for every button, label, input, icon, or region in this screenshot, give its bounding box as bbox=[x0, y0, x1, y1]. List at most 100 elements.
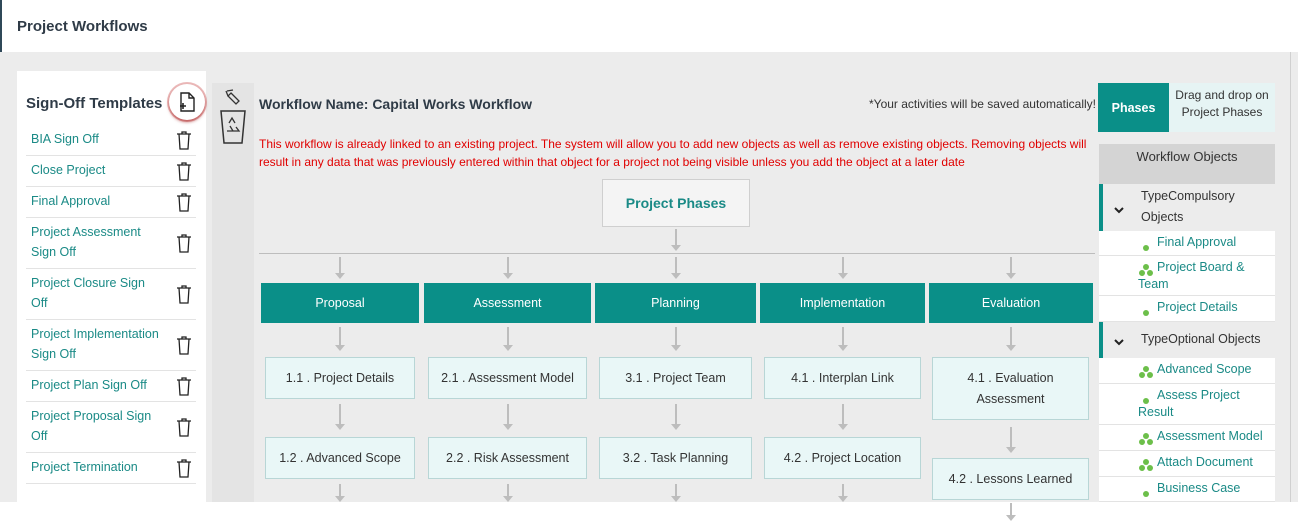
workflow-object-item[interactable]: Attach Document bbox=[1099, 451, 1275, 477]
workflow-object-label: Attach Document bbox=[1157, 455, 1253, 469]
sign-off-template-label[interactable]: Project Plan Sign Off bbox=[31, 378, 147, 392]
single-dot-icon bbox=[1143, 485, 1149, 502]
trash-icon[interactable] bbox=[176, 284, 192, 304]
recycle-bin-dropzone[interactable] bbox=[212, 83, 254, 502]
workflow-object-box[interactable]: 3.2 . Task Planning bbox=[599, 437, 752, 479]
object-arrow bbox=[837, 327, 848, 351]
workflow-object-box[interactable]: 4.1 . Evaluation Assessment bbox=[932, 357, 1089, 420]
workflow-object-label: Assessment Model bbox=[1157, 429, 1263, 443]
phase-arrow bbox=[502, 257, 513, 279]
object-arrow bbox=[335, 327, 345, 351]
object-group-label: TypeCompulsory Objects bbox=[1141, 189, 1235, 224]
autosave-note: *Your activities will be saved automatic… bbox=[869, 97, 1096, 111]
phase-implementation[interactable]: Implementation bbox=[760, 283, 925, 323]
sign-off-template-label[interactable]: Project Assessment Sign Off bbox=[31, 225, 141, 259]
workflow-object-item[interactable]: Final Approval bbox=[1099, 231, 1275, 256]
scrollbar-track[interactable] bbox=[1290, 52, 1291, 502]
phase-planning[interactable]: Planning bbox=[595, 283, 756, 323]
single-dot-icon bbox=[1143, 239, 1149, 256]
sign-off-template-item[interactable]: Final Approval bbox=[26, 187, 196, 218]
workflow-object-item[interactable]: Advanced Scope bbox=[1099, 358, 1275, 384]
object-arrow bbox=[670, 404, 681, 430]
object-arrow bbox=[335, 404, 345, 430]
phase-arrow bbox=[837, 257, 848, 279]
sign-off-template-item[interactable]: Project Implementation Sign Off bbox=[26, 320, 196, 371]
workflow-object-item[interactable]: Project Board & Team bbox=[1099, 256, 1275, 296]
workflow-objects-title: Workflow Objects bbox=[1099, 144, 1275, 184]
workflow-object-item[interactable]: Assess Project Result bbox=[1099, 384, 1275, 425]
trash-icon[interactable] bbox=[176, 417, 192, 437]
workflow-object-label: Assess Project Result bbox=[1138, 388, 1240, 419]
object-arrow bbox=[1006, 427, 1016, 453]
object-arrow bbox=[335, 484, 345, 502]
workflow-object-label: Advanced Scope bbox=[1157, 362, 1252, 376]
phase-assessment[interactable]: Assessment bbox=[424, 283, 591, 323]
sign-off-template-label[interactable]: Project Proposal Sign Off bbox=[31, 409, 151, 443]
trash-icon[interactable] bbox=[176, 192, 192, 212]
multi-dot-icon bbox=[1139, 456, 1153, 473]
object-arrow bbox=[502, 327, 513, 351]
workflow-object-box[interactable]: 1.1 . Project Details bbox=[265, 357, 415, 399]
object-arrow bbox=[1006, 327, 1016, 351]
sign-off-template-label[interactable]: Project Termination bbox=[31, 460, 138, 474]
sign-off-template-label[interactable]: Project Implementation Sign Off bbox=[31, 327, 159, 361]
trash-icon[interactable] bbox=[176, 233, 192, 253]
sign-off-template-label[interactable]: BIA Sign Off bbox=[31, 132, 99, 146]
sign-off-template-item[interactable]: Project Assessment Sign Off bbox=[26, 218, 196, 269]
trash-icon[interactable] bbox=[176, 335, 192, 355]
phase-arrow bbox=[670, 257, 681, 279]
workflow-object-item[interactable]: Project Details bbox=[1099, 296, 1275, 322]
object-group-header[interactable]: TypeCompulsory Objects bbox=[1099, 184, 1275, 231]
root-arrow bbox=[671, 229, 681, 251]
sign-off-template-item[interactable]: BIA Sign Off bbox=[26, 125, 196, 156]
phases-button[interactable]: Phases bbox=[1098, 83, 1169, 132]
sign-off-template-list: BIA Sign Off Close Project Final Approval P… bbox=[26, 125, 196, 484]
linked-project-warning: This workflow is already linked to an ex… bbox=[259, 137, 1087, 169]
sign-off-template-label[interactable]: Project Closure Sign Off bbox=[31, 276, 145, 310]
trash-icon[interactable] bbox=[176, 376, 192, 396]
sign-off-template-item[interactable]: Project Plan Sign Off bbox=[26, 371, 196, 402]
sign-off-template-label[interactable]: Final Approval bbox=[31, 194, 110, 208]
sign-off-template-item[interactable]: Project Proposal Sign Off bbox=[26, 402, 196, 453]
single-dot-icon bbox=[1143, 304, 1149, 321]
workflow-object-box[interactable]: 4.2 . Lessons Learned bbox=[932, 458, 1089, 500]
trash-icon[interactable] bbox=[176, 458, 192, 478]
page-title: Project Workflows bbox=[17, 18, 148, 35]
workflow-object-item[interactable]: Assessment Model bbox=[1099, 425, 1275, 451]
workflow-object-label: Project Details bbox=[1157, 300, 1238, 314]
trash-icon[interactable] bbox=[176, 130, 192, 150]
sign-off-template-item[interactable]: Project Termination bbox=[26, 453, 196, 484]
phases-connector-line bbox=[259, 253, 1095, 254]
workflow-object-box[interactable]: 2.1 . Assessment Model bbox=[428, 357, 587, 399]
object-arrow bbox=[670, 484, 681, 502]
add-document-icon[interactable] bbox=[169, 84, 205, 120]
workflow-object-item[interactable]: Business Case bbox=[1099, 477, 1275, 502]
phase-arrow bbox=[1006, 257, 1016, 279]
workflow-object-box[interactable]: 4.1 . Interplan Link bbox=[764, 357, 921, 399]
object-arrow bbox=[502, 484, 513, 502]
project-phases-root[interactable]: Project Phases bbox=[602, 179, 750, 227]
multi-dot-icon bbox=[1139, 430, 1153, 447]
workflow-name: Workflow Name: Capital Works Workflow bbox=[259, 96, 533, 112]
object-arrow bbox=[502, 404, 513, 430]
workflow-object-box[interactable]: 3.1 . Project Team bbox=[599, 357, 752, 399]
object-arrow bbox=[670, 327, 681, 351]
recycle-bin-icon bbox=[220, 89, 246, 144]
phase-proposal[interactable]: Proposal bbox=[261, 283, 419, 323]
chevron-down-icon[interactable] bbox=[1113, 202, 1125, 214]
trash-icon[interactable] bbox=[176, 161, 192, 181]
object-group-header[interactable]: TypeOptional Objects bbox=[1099, 322, 1275, 358]
workflow-object-box[interactable]: 4.2 . Project Location bbox=[764, 437, 921, 479]
sign-off-template-item[interactable]: Project Closure Sign Off bbox=[26, 269, 196, 320]
object-arrow bbox=[837, 404, 848, 430]
workflow-object-box[interactable]: 2.2 . Risk Assessment bbox=[428, 437, 587, 479]
sign-off-template-label[interactable]: Close Project bbox=[31, 163, 105, 177]
sign-off-template-item[interactable]: Close Project bbox=[26, 156, 196, 187]
phase-arrow bbox=[335, 257, 345, 279]
phase-evaluation[interactable]: Evaluation bbox=[929, 283, 1093, 323]
workflow-object-label: Business Case bbox=[1157, 481, 1241, 495]
chevron-down-icon[interactable] bbox=[1113, 334, 1125, 346]
sign-off-templates-title: Sign-Off Templates bbox=[26, 95, 163, 112]
workflow-object-box[interactable]: 1.2 . Advanced Scope bbox=[265, 437, 415, 479]
multi-dot-icon bbox=[1139, 363, 1153, 380]
